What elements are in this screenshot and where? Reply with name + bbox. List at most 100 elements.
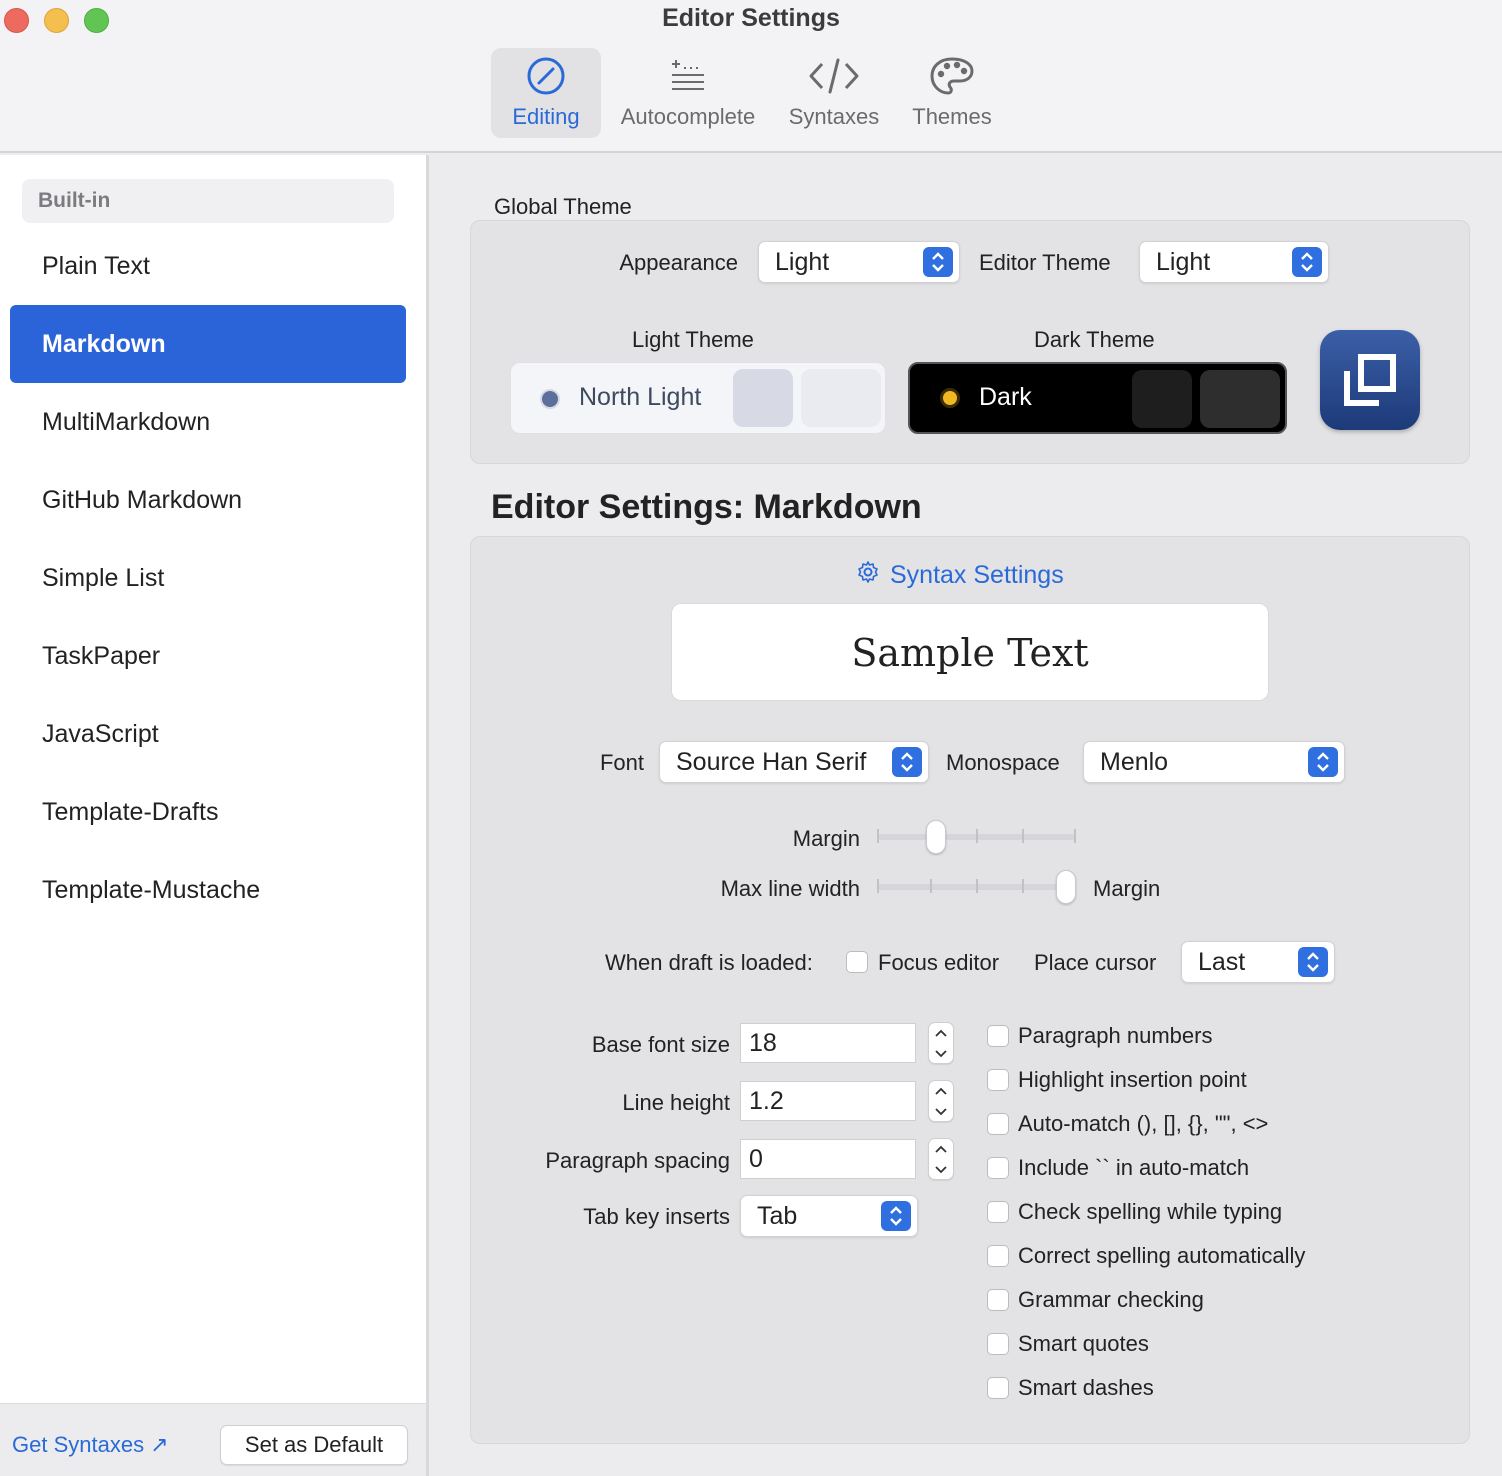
base-font-size-field[interactable]: 18 <box>740 1023 916 1063</box>
tab-syntaxes[interactable]: Syntaxes <box>780 48 888 138</box>
max-line-width-label: Max line width <box>720 876 860 901</box>
tab-autocomplete[interactable]: Autocomplete <box>610 48 766 138</box>
max-line-width-end-label: Margin <box>1093 876 1161 901</box>
tab-themes[interactable]: Themes <box>902 48 1002 138</box>
syntax-settings-link[interactable]: Syntax Settings <box>856 560 1064 591</box>
tab-key-value: Tab <box>757 1202 798 1230</box>
checkbox[interactable] <box>987 1245 1009 1267</box>
checkbox-label: Grammar checking <box>1018 1287 1204 1312</box>
tab-label: Autocomplete <box>620 104 756 129</box>
sidebar-item-template-drafts[interactable]: Template-Drafts <box>10 773 406 851</box>
dark-theme-dot <box>940 388 960 408</box>
slider-tick <box>877 879 879 893</box>
updown-chevron-icon <box>892 747 922 777</box>
updown-chevron-icon <box>1292 247 1322 277</box>
margin-label: Margin <box>792 826 860 851</box>
updown-chevron-icon <box>1308 747 1338 777</box>
appearance-label: Appearance <box>619 250 738 275</box>
checkbox-label: Paragraph numbers <box>1018 1023 1213 1048</box>
line-height-stepper[interactable] <box>928 1080 954 1122</box>
line-height-field[interactable]: 1.2 <box>740 1081 916 1121</box>
tab-label: Themes <box>912 104 992 129</box>
checkbox-label: Include `` in auto-match <box>1018 1155 1250 1180</box>
checkbox[interactable] <box>987 1113 1009 1135</box>
chevron-down-icon <box>935 1107 947 1115</box>
dark-theme-swatch <box>1200 370 1280 428</box>
max-line-width-slider-knob[interactable] <box>1056 870 1076 904</box>
sidebar-item-markdown[interactable]: Markdown <box>10 305 406 383</box>
checkbox-label: Highlight insertion point <box>1018 1067 1247 1092</box>
toolbar: Editor Settings Editing Autocomplete Syn… <box>0 0 1502 153</box>
pencil-circle-icon <box>526 48 566 104</box>
base-font-size-stepper[interactable] <box>928 1022 954 1064</box>
sidebar-item-simple-list[interactable]: Simple List <box>10 539 406 617</box>
line-height-label: Line height <box>622 1090 730 1115</box>
sidebar-item-taskpaper[interactable]: TaskPaper <box>10 617 406 695</box>
slider-tick <box>1074 829 1076 843</box>
editor-theme-value: Light <box>1156 248 1211 276</box>
monospace-popup[interactable]: Menlo <box>1083 741 1345 783</box>
updown-chevron-icon <box>1298 947 1328 977</box>
checkbox[interactable] <box>987 1333 1009 1355</box>
focus-editor-checkbox[interactable] <box>846 951 868 973</box>
appearance-value: Light <box>775 248 830 276</box>
light-theme-dot <box>540 389 560 409</box>
sidebar-divider[interactable] <box>426 155 429 1476</box>
sidebar: Built-in Plain Text Markdown MultiMarkdo… <box>0 155 426 1403</box>
sidebar-section-header: Built-in <box>22 179 394 223</box>
place-cursor-value: Last <box>1198 948 1246 976</box>
light-theme-card[interactable]: North Light <box>510 362 886 434</box>
slider-tick <box>877 829 879 843</box>
tab-key-popup[interactable]: Tab <box>740 1195 918 1237</box>
appearance-popup[interactable]: Light <box>758 241 960 283</box>
slider-tick <box>1022 829 1024 843</box>
font-value: Source Han Serif <box>676 748 867 776</box>
set-as-default-button[interactable]: Set as Default <box>220 1425 408 1465</box>
paragraph-spacing-stepper[interactable] <box>928 1138 954 1180</box>
window-title: Editor Settings <box>662 4 840 32</box>
light-theme-swatch <box>733 369 793 427</box>
global-theme-title: Global Theme <box>494 194 632 219</box>
palette-icon <box>929 48 975 104</box>
slider-tick <box>930 879 932 893</box>
place-cursor-popup[interactable]: Last <box>1181 941 1335 983</box>
draft-loaded-label: When draft is loaded: <box>605 950 813 975</box>
app-icon <box>1320 330 1420 430</box>
checkbox[interactable] <box>987 1201 1009 1223</box>
updown-chevron-icon <box>923 247 953 277</box>
paragraph-spacing-label: Paragraph spacing <box>545 1148 730 1173</box>
sidebar-item-github-markdown[interactable]: GitHub Markdown <box>10 461 406 539</box>
checkbox-label: Smart quotes <box>1018 1331 1149 1356</box>
chevron-up-icon <box>935 1087 947 1095</box>
checkbox[interactable] <box>987 1025 1009 1047</box>
sidebar-item-javascript[interactable]: JavaScript <box>10 695 406 773</box>
sidebar-item-plain-text[interactable]: Plain Text <box>10 227 406 305</box>
focus-editor-label: Focus editor <box>878 950 1000 975</box>
checkbox[interactable] <box>987 1289 1009 1311</box>
font-popup[interactable]: Source Han Serif <box>659 741 929 783</box>
syntax-settings-label: Syntax Settings <box>890 561 1064 589</box>
paragraph-spacing-field[interactable]: 0 <box>740 1139 916 1179</box>
tab-editing[interactable]: Editing <box>491 48 601 138</box>
gear-icon <box>856 560 880 591</box>
checkbox[interactable] <box>987 1377 1009 1399</box>
tab-label: Syntaxes <box>788 104 880 129</box>
editor-theme-popup[interactable]: Light <box>1139 241 1329 283</box>
light-theme-label: Light Theme <box>632 327 754 352</box>
light-theme-swatch <box>801 369 881 427</box>
dark-theme-card[interactable]: Dark <box>908 362 1287 434</box>
checkbox-label: Correct spelling automatically <box>1018 1243 1306 1268</box>
sample-text-preview: Sample Text <box>671 603 1269 701</box>
checkbox-label: Smart dashes <box>1018 1375 1154 1400</box>
editor-settings-title: Editor Settings: Markdown <box>491 488 922 526</box>
sidebar-item-template-mustache[interactable]: Template-Mustache <box>10 851 406 929</box>
tab-label: Editing <box>512 104 580 129</box>
light-theme-name: North Light <box>579 383 702 411</box>
sidebar-item-multimarkdown[interactable]: MultiMarkdown <box>10 383 406 461</box>
get-syntaxes-link[interactable]: Get Syntaxes ↗ <box>12 1432 169 1458</box>
checkbox[interactable] <box>987 1069 1009 1091</box>
checkbox[interactable] <box>987 1157 1009 1179</box>
autocomplete-list-icon <box>668 48 708 104</box>
tab-key-label: Tab key inserts <box>583 1204 730 1229</box>
margin-slider-knob[interactable] <box>926 820 947 854</box>
